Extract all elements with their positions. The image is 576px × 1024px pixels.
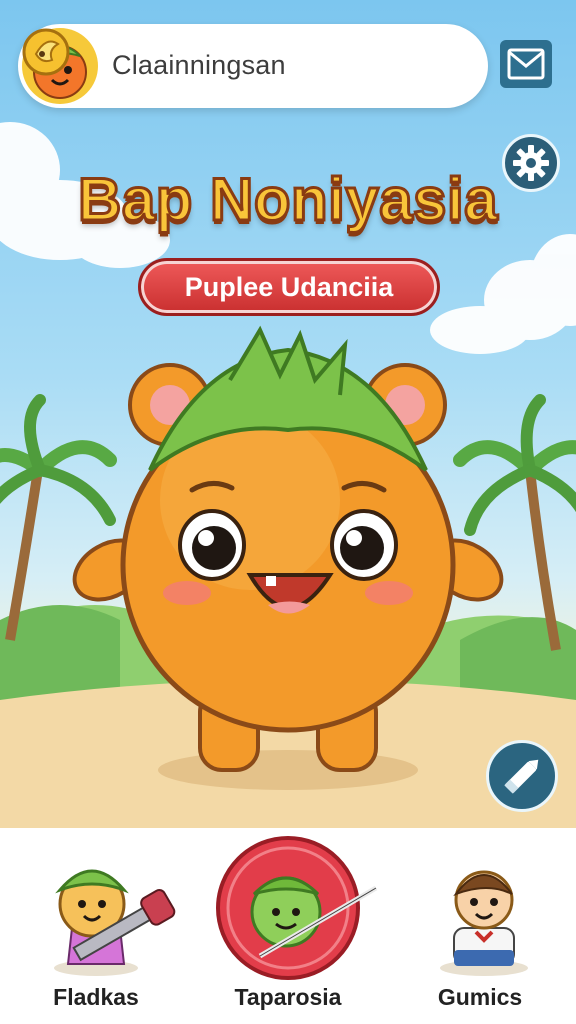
nav-label: Taparosia [234,984,342,1010]
mail-icon [507,48,545,80]
bottom-navigation: Fladkas Taparosia Gumics [0,828,576,1024]
subtitle-badge[interactable]: Puplee Udanciia [138,258,440,316]
game-title: Bap Noniyasia [77,165,499,235]
green-character-red-circle-icon [216,836,378,980]
mail-button[interactable] [500,40,552,88]
mascot-shadow [158,750,418,790]
account-name: Claainningsan [112,50,286,80]
pencil-edit-icon [504,759,539,794]
nav-item-fladkas[interactable]: Fladkas [0,828,192,1024]
character-with-sword-icon [54,869,176,976]
palm-tree-left [0,394,117,641]
nav-item-gumics[interactable]: Gumics [384,828,576,1024]
account-bar[interactable]: Claainningsan [18,24,488,108]
nav-label: Gumics [437,984,523,1010]
palm-tree-right [453,394,576,651]
gold-coin-icon[interactable] [18,24,74,80]
edit-button[interactable] [486,740,558,812]
cloud-right [430,234,576,354]
nav-label: Fladkas [53,984,139,1010]
subtitle-text: Puplee Udanciia [184,272,394,302]
game-scene: Claainningsan Bap Noniyasia Puplee Udanc… [0,0,576,828]
nav-item-taparosia[interactable]: Taparosia [192,828,384,1024]
scene-background [0,122,576,828]
boy-character-icon [440,870,528,976]
